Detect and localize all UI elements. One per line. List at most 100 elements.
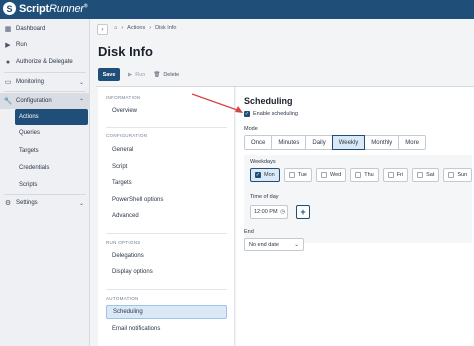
sidebar-item-label: Settings — [16, 200, 38, 206]
play-icon: ▶ — [128, 71, 133, 78]
user-icon: ● — [5, 58, 11, 66]
delete-button[interactable]: 🗑 Delete — [153, 72, 179, 78]
end-date-value: No end date — [249, 241, 279, 248]
day-label: Sun — [457, 172, 468, 178]
play-icon: ▶ — [5, 42, 11, 49]
mode-daily[interactable]: Daily — [305, 135, 333, 150]
sidebar-sub-targets[interactable]: Targets — [15, 143, 88, 159]
section-title: Scheduling — [244, 96, 293, 106]
trash-icon: 🗑 — [153, 71, 161, 78]
sidebar-item-label: Monitoring — [16, 79, 45, 85]
weekly-options: Weekdays ✓ Mon Tue Wed Thu Fri Sat Sun Ti… — [244, 155, 473, 243]
checkbox-icon — [387, 172, 394, 178]
mode-monthly[interactable]: Monthly — [364, 135, 400, 150]
sidebar-item-run[interactable]: ▶ Run — [0, 37, 90, 53]
mode-minutes[interactable]: Minutes — [271, 135, 307, 150]
group-divider — [106, 127, 227, 128]
checkbox-icon — [355, 172, 362, 178]
nav-script[interactable]: Script — [106, 160, 227, 174]
save-button[interactable]: Save — [98, 68, 120, 81]
sidebar-sub-actions[interactable]: Actions — [15, 109, 88, 125]
delete-label: Delete — [163, 71, 180, 78]
group-label-run-options: RUN OPTIONS — [106, 240, 141, 245]
day-tue[interactable]: Tue — [283, 168, 312, 182]
nav-advanced[interactable]: Advanced — [106, 209, 227, 223]
checkbox-checked-icon: ✓ — [255, 171, 261, 178]
gear-icon: ⚙ — [4, 200, 12, 207]
day-thu[interactable]: Thu — [350, 168, 379, 182]
sidebar-item-label: Configuration — [16, 98, 52, 104]
time-of-day-input[interactable]: 12:00 PM ◷ — [250, 205, 288, 219]
checkbox-icon — [417, 172, 424, 178]
sidebar-item-label: Run — [16, 42, 28, 48]
top-bar: S ScriptRunner® — [0, 0, 474, 19]
nav-email-notifications[interactable]: Email notifications — [106, 322, 227, 336]
chevron-down-icon: ⌄ — [78, 79, 84, 86]
nav-overview[interactable]: Overview — [106, 104, 227, 118]
home-icon[interactable]: ⌂ — [114, 25, 117, 31]
nav-general[interactable]: General — [106, 143, 227, 157]
sidebar-item-authorize-delegate[interactable]: ● Authorize & Delegate — [0, 54, 90, 70]
breadcrumb-actions[interactable]: Actions — [127, 25, 145, 31]
end-date-select[interactable]: No end date ⌄ — [244, 238, 304, 251]
day-label: Wed — [329, 172, 342, 178]
group-label-information: INFORMATION — [106, 95, 141, 100]
monitor-icon: ▭ — [4, 79, 12, 86]
day-sat[interactable]: Sat — [412, 168, 440, 182]
sidebar-divider — [4, 91, 86, 92]
nav-targets[interactable]: Targets — [106, 176, 227, 190]
weekdays-label: Weekdays — [250, 159, 276, 165]
mode-once[interactable]: Once — [244, 135, 273, 150]
sidebar-sub-scripts[interactable]: Scripts — [15, 177, 88, 193]
weekday-toggles: ✓ Mon Tue Wed Thu Fri Sat Sun — [250, 168, 473, 182]
mode-weekly[interactable]: Weekly — [331, 135, 366, 150]
group-label-automation: AUTOMATION — [106, 296, 139, 301]
chevron-left-icon: ‹ — [101, 26, 104, 33]
day-wed[interactable]: Wed — [315, 168, 347, 182]
nav-display-options[interactable]: Display options — [106, 265, 227, 279]
breadcrumb-separator-icon: › — [149, 25, 152, 31]
sidebar-item-dashboard[interactable]: ▦ Dashboard — [0, 21, 90, 37]
sidebar-sub-credentials[interactable]: Credentials — [15, 160, 88, 176]
logo-text: ScriptRunner® — [19, 2, 88, 15]
day-label: Thu — [364, 172, 374, 178]
logo-icon: S — [3, 2, 16, 15]
nav-powershell-options[interactable]: PowerShell options — [106, 193, 227, 207]
nav-scheduling[interactable]: Scheduling — [106, 305, 227, 319]
sidebar-item-configuration[interactable]: 🔧 Configuration ⌃ — [0, 93, 90, 109]
sidebar-item-label: Dashboard — [16, 26, 46, 32]
day-label: Fri — [396, 172, 404, 178]
day-label: Sat — [426, 172, 435, 178]
sidebar-item-settings[interactable]: ⚙ Settings ⌄ — [0, 195, 90, 211]
day-label: Tue — [297, 172, 307, 178]
day-label: Mon — [264, 172, 275, 178]
scheduling-panel: Scheduling ✓ Enable scheduling Mode Once… — [236, 87, 474, 346]
mode-more[interactable]: More — [398, 135, 426, 150]
day-sun[interactable]: Sun — [443, 168, 473, 182]
chevron-down-icon: ⌄ — [294, 241, 299, 248]
checkbox-icon — [448, 172, 455, 178]
end-label: End — [244, 229, 254, 235]
checkbox-label: Enable scheduling — [253, 111, 298, 117]
nav-delegations[interactable]: Delegations — [106, 249, 227, 263]
sidebar-item-monitoring[interactable]: ▭ Monitoring ⌄ — [0, 74, 90, 90]
run-label: Run — [135, 71, 146, 78]
enable-scheduling-checkbox[interactable]: ✓ Enable scheduling — [244, 111, 298, 117]
page-title: Disk Info — [98, 44, 153, 59]
dashboard-icon: ▦ — [4, 26, 12, 33]
wrench-icon: 🔧 — [3, 98, 13, 105]
day-fri[interactable]: Fri — [382, 168, 409, 182]
sidebar: ▦ Dashboard ▶ Run ● Authorize & Delegate… — [0, 19, 90, 346]
collapse-sidebar-button[interactable]: ‹ — [97, 24, 108, 35]
breadcrumb-disk-info: Disk Info — [155, 25, 177, 31]
mode-label: Mode — [244, 126, 258, 132]
breadcrumb: ⌂ › Actions › Disk Info — [114, 25, 176, 31]
add-time-button[interactable]: + — [296, 205, 310, 219]
breadcrumb-separator-icon: › — [121, 25, 124, 31]
sidebar-divider — [4, 72, 86, 73]
sidebar-sub-queries[interactable]: Queries — [15, 125, 88, 141]
scriptrunner-logo[interactable]: S ScriptRunner® — [3, 2, 88, 15]
day-mon[interactable]: ✓ Mon — [250, 168, 280, 182]
run-button[interactable]: ▶ Run — [128, 72, 145, 78]
chevron-up-icon: ⌃ — [78, 98, 84, 105]
